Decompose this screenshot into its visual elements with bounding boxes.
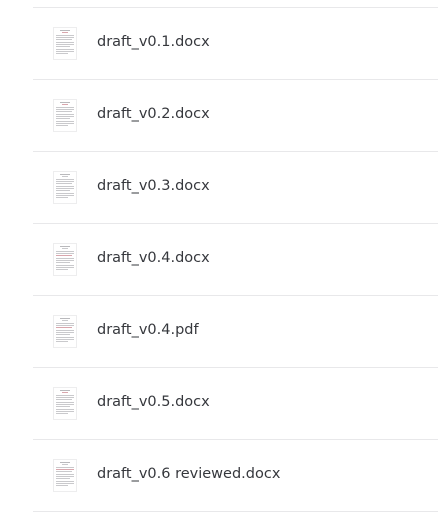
file-row[interactable]: draft_v0.3.docx (33, 152, 438, 224)
document-thumbnail-icon (53, 171, 77, 204)
file-name: draft_v0.6 reviewed.docx (97, 466, 281, 482)
document-thumbnail-icon (53, 243, 77, 276)
file-row[interactable]: draft_v0.1.docx (33, 8, 438, 80)
file-name: draft_v0.3.docx (97, 178, 210, 194)
file-row[interactable]: draft_v0.6 reviewed.docx (33, 440, 438, 512)
document-thumbnail-icon (53, 315, 77, 348)
file-name: draft_v0.4.pdf (97, 322, 199, 338)
file-row[interactable]: draft_v0.2.docx (33, 80, 438, 152)
document-thumbnail-icon (53, 99, 77, 132)
file-name: draft_v0.2.docx (97, 106, 210, 122)
document-thumbnail-icon (53, 27, 77, 60)
document-thumbnail-icon (53, 459, 77, 492)
document-thumbnail-icon (53, 387, 77, 420)
file-row[interactable]: draft_v0.5.docx (33, 368, 438, 440)
file-list: draft_v0.1.docx draft_v0.2.docx draft_v0… (33, 7, 438, 512)
file-name: draft_v0.4.docx (97, 250, 210, 266)
file-name: draft_v0.1.docx (97, 34, 210, 50)
file-row[interactable]: draft_v0.4.docx (33, 224, 438, 296)
file-name: draft_v0.5.docx (97, 394, 210, 410)
file-row[interactable]: draft_v0.4.pdf (33, 296, 438, 368)
